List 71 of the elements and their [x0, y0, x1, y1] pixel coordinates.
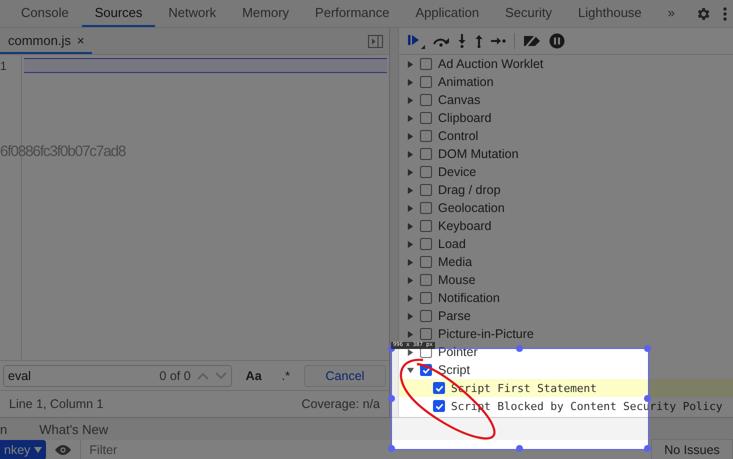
checkbox[interactable]	[420, 328, 432, 340]
checkbox[interactable]	[420, 94, 432, 106]
eye-icon[interactable]	[54, 444, 72, 456]
checkbox[interactable]	[420, 112, 432, 124]
panel-tab[interactable]: Application	[402, 0, 492, 27]
resume-icon[interactable]	[407, 33, 425, 49]
close-icon[interactable]: ×	[76, 32, 84, 48]
checkbox[interactable]	[420, 256, 432, 268]
pause-on-exceptions-icon[interactable]	[549, 33, 565, 49]
issues-button[interactable]: No Issues	[651, 438, 733, 459]
breakpoint-label: Ad Auction Worklet	[438, 57, 544, 71]
cancel-button[interactable]: Cancel	[304, 364, 386, 386]
resize-handle[interactable]	[644, 445, 651, 452]
breakpoint-label: Mouse	[438, 273, 476, 287]
search-query: eval	[8, 368, 32, 382]
breakpoint-label: Geolocation	[438, 201, 505, 215]
breakpoint-label: Media	[438, 255, 472, 269]
match-case-toggle[interactable]: Aa	[240, 368, 268, 382]
checkbox[interactable]	[420, 274, 432, 286]
breakpoint-label: Picture-in-Picture	[438, 327, 534, 341]
resize-handle[interactable]	[644, 345, 651, 352]
context-dropdown[interactable]: nkey	[0, 440, 46, 459]
expand-arrow-icon[interactable]	[407, 348, 414, 356]
breakpoint-label: Load	[438, 237, 466, 251]
checkbox[interactable]	[420, 76, 432, 88]
drawer-tab[interactable]: n	[0, 422, 8, 436]
breakpoint-label: Script	[438, 363, 470, 377]
checkbox[interactable]	[420, 310, 432, 322]
regex-toggle[interactable]: .*	[276, 368, 296, 382]
checkbox[interactable]	[433, 382, 445, 394]
match-count: 0 of 0	[159, 368, 191, 382]
checkbox[interactable]	[420, 148, 432, 160]
panel-tab[interactable]: Memory	[229, 0, 302, 27]
drawer-tab[interactable]: What's New	[39, 422, 108, 436]
breakpoint-label: DOM Mutation	[438, 147, 519, 161]
coverage-status: Coverage: n/a	[301, 397, 380, 411]
breakpoint-label: Keyboard	[438, 219, 492, 233]
cursor-position: Line 1, Column 1	[9, 397, 104, 411]
breakpoint-label: Drag / drop	[438, 183, 501, 197]
resize-handle[interactable]	[516, 345, 523, 352]
panel-tab[interactable]: Lighthouse	[565, 0, 655, 27]
checkbox[interactable]	[420, 202, 432, 214]
panel-tab[interactable]: Performance	[302, 0, 402, 27]
panel-tab[interactable]: Console	[8, 0, 82, 27]
breakpoint-label: Device	[438, 165, 476, 179]
checkbox[interactable]	[420, 184, 432, 196]
breakpoint-label: Animation	[438, 75, 494, 89]
step-icon[interactable]	[491, 36, 507, 46]
resize-handle[interactable]	[388, 395, 395, 402]
step-into-icon[interactable]	[457, 34, 467, 48]
checkbox[interactable]	[420, 130, 432, 142]
breakpoint-label: Notification	[438, 291, 500, 305]
checkbox[interactable]	[433, 400, 445, 412]
checkbox[interactable]	[420, 58, 432, 70]
checkbox[interactable]	[420, 292, 432, 304]
panel-tab[interactable]: Network	[155, 0, 230, 27]
breakpoint-label: Control	[438, 129, 478, 143]
breakpoint-label: Parse	[438, 309, 471, 323]
breakpoint-label: Canvas	[438, 93, 480, 107]
step-out-icon[interactable]	[474, 34, 484, 48]
more-tabs-button[interactable]: »	[654, 0, 688, 27]
checkbox[interactable]	[420, 220, 432, 232]
checkbox[interactable]	[420, 166, 432, 178]
panel-tab[interactable]: Security	[492, 0, 566, 27]
breakpoint-label: Clipboard	[438, 111, 492, 125]
dropdown-arrow-icon[interactable]	[34, 446, 42, 452]
expand-arrow-icon[interactable]	[407, 366, 414, 374]
checkbox[interactable]	[420, 238, 432, 250]
deactivate-breakpoints-icon[interactable]	[522, 34, 542, 48]
resize-handle[interactable]	[516, 445, 523, 452]
line-number: 1	[0, 59, 8, 73]
